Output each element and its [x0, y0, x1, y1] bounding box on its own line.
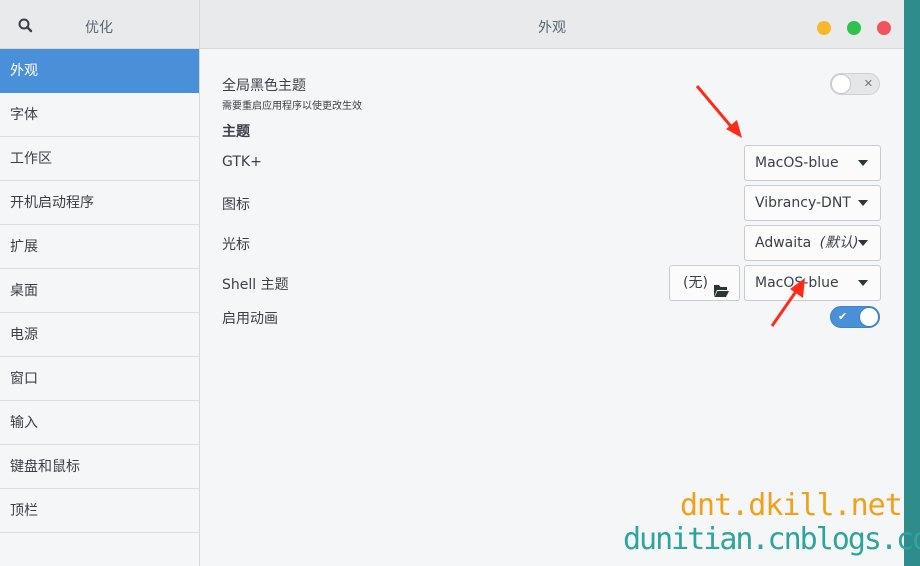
sidebar-item-power[interactable]: 电源 [0, 313, 199, 357]
sidebar-item-extensions[interactable]: 扩展 [0, 225, 199, 269]
sidebar-item-keyboard-mouse[interactable]: 键盘和鼠标 [0, 445, 199, 489]
switch-knob [859, 307, 879, 327]
switch-off-icon: ✕ [863, 77, 873, 90]
sidebar: 外观 字体 工作区 开机启动程序 扩展 桌面 电源 窗口 输入 键盘和鼠标 顶栏 [0, 49, 200, 566]
animations-label: 启用动画 [222, 311, 278, 327]
search-icon[interactable] [14, 14, 36, 36]
chevron-down-icon [858, 160, 868, 166]
sidebar-item-fonts[interactable]: 字体 [0, 93, 199, 137]
check-icon: ✔ [838, 310, 848, 323]
themes-heading: 主题 [222, 124, 250, 140]
shell-theme-label: Shell 主题 [222, 277, 289, 293]
animations-switch[interactable]: ✔ [830, 306, 880, 328]
minimize-button[interactable] [817, 21, 831, 35]
sidebar-item-desktop[interactable]: 桌面 [0, 269, 199, 313]
icon-theme-label: 图标 [222, 197, 250, 213]
sidebar-item-workspaces[interactable]: 工作区 [0, 137, 199, 181]
annotation-arrow-shell [770, 278, 805, 327]
cursor-default-tag: (默认) [819, 235, 859, 251]
title-bar: 优化 外观 [0, 0, 904, 49]
chevron-down-icon [858, 240, 868, 246]
icon-theme-value: Vibrancy-DNT [755, 195, 851, 211]
icon-theme-select[interactable]: Vibrancy-DNT [744, 185, 881, 221]
maximize-button[interactable] [847, 21, 861, 35]
cursor-theme-select[interactable]: Adwaita (默认) [744, 225, 881, 261]
switch-knob [831, 74, 851, 94]
gtk-theme-value: MacOS-blue [755, 155, 839, 171]
page-title: 外观 [538, 20, 566, 36]
shell-none-label: (无) [683, 275, 708, 291]
sidebar-item-windows[interactable]: 窗口 [0, 357, 199, 401]
gtk-theme-select[interactable]: MacOS-blue [744, 145, 881, 181]
dark-theme-note: 需要重启应用程序以使更改生效 [222, 101, 362, 112]
folder-open-icon [713, 277, 729, 297]
watermark-dnt: dnt.dkill.net [680, 488, 903, 523]
watermark-cnblogs: dunitian.cnblogs.com [623, 522, 920, 557]
sidebar-item-startup-applications[interactable]: 开机启动程序 [0, 181, 199, 225]
sidebar-item-typing[interactable]: 输入 [0, 401, 199, 445]
shell-theme-none-button[interactable]: (无) [669, 265, 740, 301]
cursor-theme-value: Adwaita [755, 235, 812, 251]
close-button[interactable] [877, 21, 891, 35]
chevron-down-icon [858, 200, 868, 206]
sidebar-item-appearance[interactable]: 外观 [0, 49, 199, 93]
gtk-theme-label: GTK+ [222, 154, 262, 170]
dark-theme-label: 全局黑色主题 [222, 78, 306, 94]
dark-theme-switch[interactable]: ✕ [830, 73, 880, 95]
annotation-arrow-gtk [695, 85, 742, 138]
chevron-down-icon [858, 280, 868, 286]
app-title: 优化 [85, 20, 113, 36]
sidebar-item-top-bar[interactable]: 顶栏 [0, 489, 199, 533]
sidebar-header: 优化 [0, 0, 200, 49]
cursor-theme-label: 光标 [222, 237, 250, 253]
